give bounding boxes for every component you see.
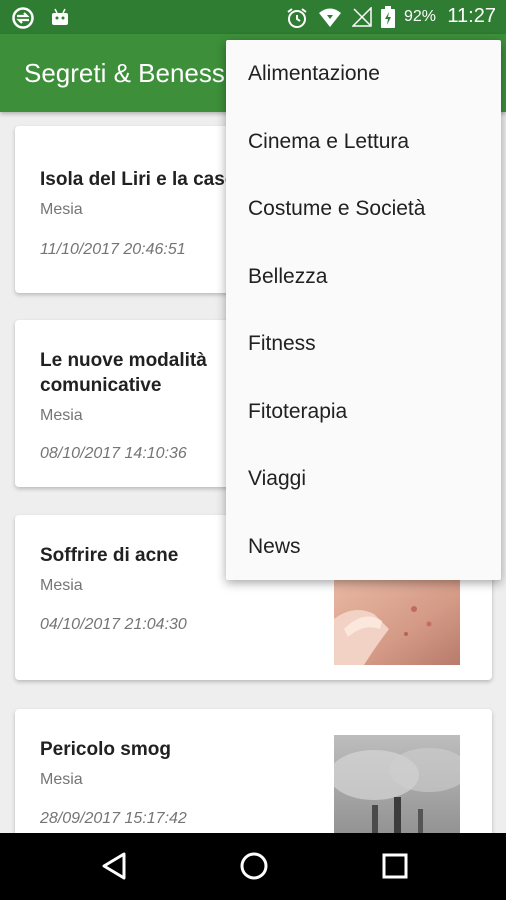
home-icon[interactable] (239, 851, 269, 886)
article-author: Mesia (40, 771, 83, 788)
status-bar: 92% 11:27 (0, 0, 506, 34)
menu-item-alimentazione[interactable]: Alimentazione (226, 40, 501, 108)
android-icon (51, 8, 69, 31)
article-date: 04/10/2017 21:04:30 (40, 616, 187, 633)
alarm-icon (286, 7, 308, 34)
article-card[interactable]: Pericolo smog Mesia 28/09/2017 15:17:42 (15, 709, 492, 833)
menu-item-viaggi[interactable]: Viaggi (226, 445, 501, 513)
battery-charging-icon (381, 6, 395, 33)
battery-percentage: 92% (404, 8, 437, 25)
article-date: 28/09/2017 15:17:42 (40, 810, 187, 827)
article-date: 11/10/2017 20:46:51 (40, 241, 186, 258)
back-icon[interactable] (100, 851, 128, 886)
wifi-icon (318, 7, 342, 34)
recents-icon[interactable] (381, 851, 409, 886)
article-date: 08/10/2017 14:10:36 (40, 445, 187, 462)
menu-item-news[interactable]: News (226, 513, 501, 581)
article-author: Mesia (40, 577, 83, 594)
sync-app-icon (12, 7, 34, 34)
article-thumbnail-acne (334, 579, 460, 665)
article-thumbnail-smog (334, 735, 460, 833)
navigation-bar (0, 833, 506, 900)
article-author: Mesia (40, 201, 83, 218)
article-title: Pericolo smog (40, 739, 171, 760)
menu-item-bellezza[interactable]: Bellezza (226, 243, 501, 311)
overflow-menu: Alimentazione Cinema e Lettura Costume e… (226, 40, 501, 580)
menu-item-cinema-e-lettura[interactable]: Cinema e Lettura (226, 108, 501, 176)
menu-item-costume-e-societa[interactable]: Costume e Società (226, 175, 501, 243)
menu-item-fitness[interactable]: Fitness (226, 310, 501, 378)
clock: 11:27 (447, 5, 496, 27)
menu-item-fitoterapia[interactable]: Fitoterapia (226, 378, 501, 446)
no-signal-icon (351, 6, 372, 32)
article-author: Mesia (40, 407, 83, 424)
